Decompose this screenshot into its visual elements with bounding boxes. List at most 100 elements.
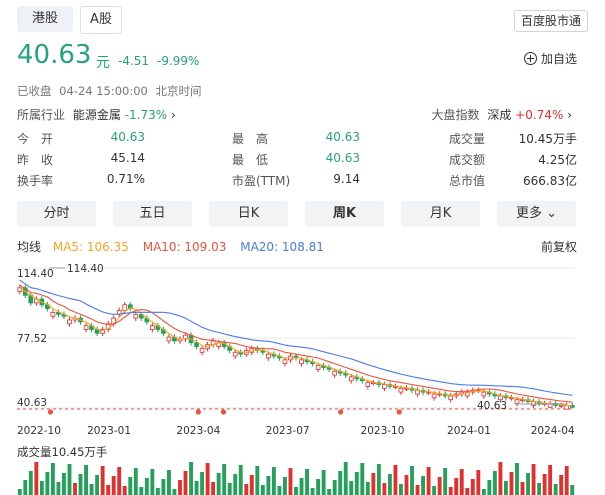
volume-bar	[520, 482, 525, 495]
volume-bar	[415, 485, 420, 495]
volume-bar	[410, 466, 414, 495]
period-tab[interactable]: 分时	[17, 201, 96, 227]
volume-bar	[382, 483, 387, 495]
fuquan-toggle[interactable]: 前复权	[541, 238, 577, 255]
market-status: 已收盘	[17, 84, 52, 98]
volume-bar	[84, 465, 88, 495]
period-tab[interactable]: 日K	[209, 201, 288, 227]
x-tick-label: 2022-10	[17, 425, 61, 437]
stat-label: 今 开	[17, 132, 54, 146]
volume-bar	[205, 463, 210, 495]
candlestick-chart[interactable]: 114.40 77.52 40.63 114.40 40.63 2022-10 2023-0…	[0, 258, 605, 438]
tab-hk[interactable]: 港股	[17, 6, 73, 32]
volume-bar	[399, 484, 403, 495]
index-change: +0.74%	[515, 108, 564, 122]
ma5-label: MA5: 106.35	[52, 240, 129, 254]
volume-bar	[62, 473, 66, 495]
chevron-right-icon: ›	[170, 108, 176, 122]
volume-bar	[166, 470, 171, 495]
stat-value: 0.71%	[106, 172, 145, 186]
baidu-stock-button[interactable]: 百度股市通	[513, 10, 588, 32]
volume-bar	[56, 482, 61, 495]
volume-bar	[294, 487, 298, 495]
candle	[481, 391, 487, 397]
period-tab[interactable]: 更多 ⌄	[497, 201, 576, 227]
y-tick-label: 77.52	[17, 333, 47, 345]
volume-bar	[531, 464, 536, 495]
candle	[365, 382, 371, 387]
volume-bar	[50, 463, 55, 495]
high-label: 114.40	[67, 263, 104, 275]
volume-bar	[189, 462, 193, 495]
volume-bar	[100, 466, 105, 495]
x-tick-label: 2023-01	[87, 425, 131, 437]
stat-label: 昨 收	[17, 153, 54, 167]
volume-bar	[288, 468, 293, 495]
period-tab[interactable]: 五日	[113, 201, 192, 227]
volume-bar	[393, 465, 398, 495]
volume-bar	[45, 472, 50, 495]
candle	[431, 393, 437, 399]
volume-bar	[89, 484, 94, 495]
volume-bar	[327, 489, 332, 495]
candle	[83, 325, 89, 330]
ma20-label: MA20: 108.81	[240, 240, 324, 254]
x-tick-label: 2023-07	[266, 425, 310, 437]
volume-bar	[117, 467, 122, 495]
candle	[67, 319, 72, 325]
volume-bar	[133, 468, 138, 495]
candle	[50, 312, 56, 317]
volume-bar	[178, 480, 182, 495]
candle	[199, 348, 205, 353]
ma10-line	[19, 284, 573, 403]
stat-label: 最 高	[232, 132, 269, 146]
price-unit: 元	[96, 55, 110, 71]
stat-value: 40.63	[325, 130, 360, 144]
event-dot	[47, 409, 54, 415]
industry-name: 能源金属	[72, 108, 121, 122]
industry-row[interactable]: 所属行业 能源金属 -1.73% ›	[17, 106, 176, 123]
tab-a[interactable]: A股	[80, 6, 122, 34]
volume-bar	[128, 477, 133, 495]
volume-bar	[23, 480, 28, 495]
volume-bar	[244, 484, 249, 495]
status-line: 已收盘 04-24 15:00:00 北京时间	[17, 83, 202, 99]
stat-label: 市盈(TTM)	[232, 174, 291, 188]
stat-label: 成交额	[449, 153, 486, 167]
x-tick-label: 2023-10	[361, 425, 405, 437]
volume-bar	[465, 488, 470, 495]
add-watch-button[interactable]: 加自选	[523, 50, 577, 67]
volume-bar	[470, 479, 475, 495]
volume-bar	[487, 480, 492, 495]
y-tick-label: 114.40	[17, 268, 54, 280]
volume-bar	[548, 465, 553, 495]
volume-bar	[404, 475, 409, 495]
candle	[194, 342, 199, 347]
period-tab[interactable]: 月K	[401, 201, 480, 227]
low-label: 40.63	[477, 400, 507, 412]
stat-value: 40.63	[325, 151, 360, 165]
volume-bar	[365, 482, 370, 495]
period-tab[interactable]: 周K	[305, 201, 384, 227]
volume-bar	[354, 472, 359, 495]
volume-bar	[321, 470, 326, 495]
price-change-pct: -9.99%	[157, 54, 200, 68]
volume-bar	[338, 471, 343, 495]
candle	[122, 304, 128, 311]
stat-value: 10.45万手	[518, 132, 577, 146]
volume-bar	[28, 471, 33, 495]
event-dot	[195, 409, 201, 415]
volume-bar	[17, 489, 22, 495]
volume-bar	[222, 464, 227, 495]
volume-bar	[343, 462, 348, 495]
x-tick-label: 2024-01	[447, 425, 491, 437]
candle	[348, 376, 354, 382]
volume-bar	[553, 484, 558, 495]
stat-value: 45.14	[110, 151, 145, 165]
volume-bar	[255, 466, 260, 495]
index-row[interactable]: 大盘指数 深成 +0.74% ›	[431, 106, 572, 123]
volume-bar	[310, 488, 315, 495]
stat-value: 40.63	[110, 130, 145, 144]
candle	[150, 325, 155, 330]
volume-bar	[432, 486, 437, 495]
